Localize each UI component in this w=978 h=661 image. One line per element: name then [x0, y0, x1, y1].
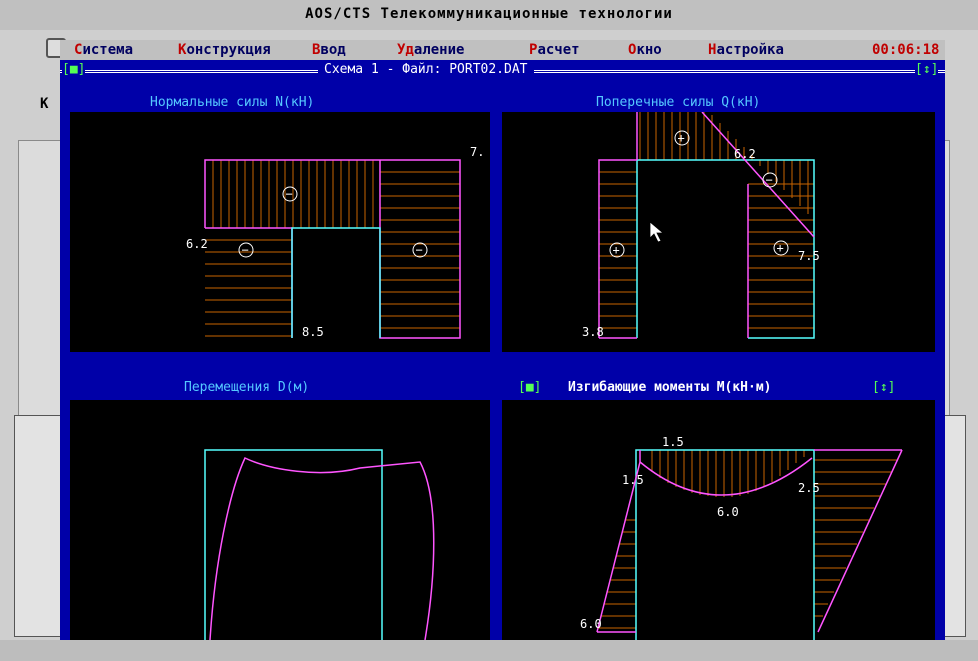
dos-screen: Система Конструкция Ввод Удаление Расчет… — [60, 40, 945, 640]
m-value-right: 2.5 — [798, 481, 820, 495]
window-title: Схема 1 - Файл: PORT02.DAT — [318, 62, 534, 77]
panel-bending-moments: 1.5 1.5 2.5 6.0 6.0 — [502, 400, 935, 640]
q-value-right: 7.5 — [798, 249, 820, 263]
menu-item-window[interactable]: Окно — [628, 42, 662, 58]
panel-normal-forces: − − − 7. 6.2 8.5 — [70, 112, 490, 352]
menu-item-settings[interactable]: Настройка — [708, 42, 784, 58]
plus-sign: + — [777, 241, 784, 255]
m-value-left: 1.5 — [622, 473, 644, 487]
q-value-top: 6.2 — [734, 147, 756, 161]
plus-sign: + — [678, 131, 685, 145]
minus-sign: − — [242, 243, 249, 257]
shear-force-diagram: + − + + 6.2 7.5 3.8 — [582, 111, 820, 339]
displacement-diagram — [204, 449, 435, 640]
menu-item-input[interactable]: Ввод — [312, 42, 346, 58]
menu-item-system[interactable]: Система — [74, 42, 133, 58]
app-title: AOS/CTS Телекоммуникационные технологии — [305, 6, 673, 22]
normal-force-diagram: − − − 7. 6.2 8.5 — [186, 145, 484, 339]
panel-shear-forces: + − + + 6.2 7.5 3.8 — [502, 111, 935, 352]
moment-panel-close-button[interactable]: [■] — [518, 380, 542, 395]
n-value-bottom: 8.5 — [302, 325, 324, 339]
left-stub-label: K — [40, 96, 49, 112]
q-value-bottom-left: 3.8 — [582, 325, 604, 339]
window-resize-button[interactable]: [↕] — [915, 62, 939, 77]
moment-panel-resize-button[interactable]: [↕] — [872, 380, 896, 395]
menu-item-delete[interactable]: Удаление — [397, 42, 464, 58]
plus-sign: + — [613, 243, 620, 257]
mouse-pointer-icon — [649, 221, 665, 243]
bottom-strip — [0, 640, 978, 661]
panel-title-bending-moments: Изгибающие моменты M(кН·м) — [568, 380, 772, 395]
n-value-top-right: 7. — [470, 145, 484, 159]
menu-bar: Система Конструкция Ввод Удаление Расчет… — [60, 40, 945, 60]
panel-title-normal-forces: Нормальные силы N(кН) — [146, 95, 319, 110]
minus-sign: − — [286, 187, 293, 201]
bending-moment-diagram: 1.5 1.5 2.5 6.0 6.0 — [580, 435, 903, 640]
minus-sign: − — [766, 173, 773, 187]
window-close-button[interactable]: [■] — [62, 62, 86, 77]
menu-item-construction[interactable]: Конструкция — [178, 42, 271, 58]
menu-item-calculation[interactable]: Расчет — [529, 42, 580, 58]
n-value-left: 6.2 — [186, 237, 208, 251]
clock: 00:06:18 — [872, 42, 940, 58]
m-value-mid: 6.0 — [717, 505, 739, 519]
m-value-bottom-left: 6.0 — [580, 617, 602, 631]
panel-title-displacements: Перемещения D(м) — [180, 380, 314, 395]
m-value-top: 1.5 — [662, 435, 684, 449]
panel-displacements — [70, 400, 490, 640]
panel-title-shear-forces: Поперечные силы Q(кН) — [592, 95, 765, 110]
minus-sign: − — [416, 243, 423, 257]
